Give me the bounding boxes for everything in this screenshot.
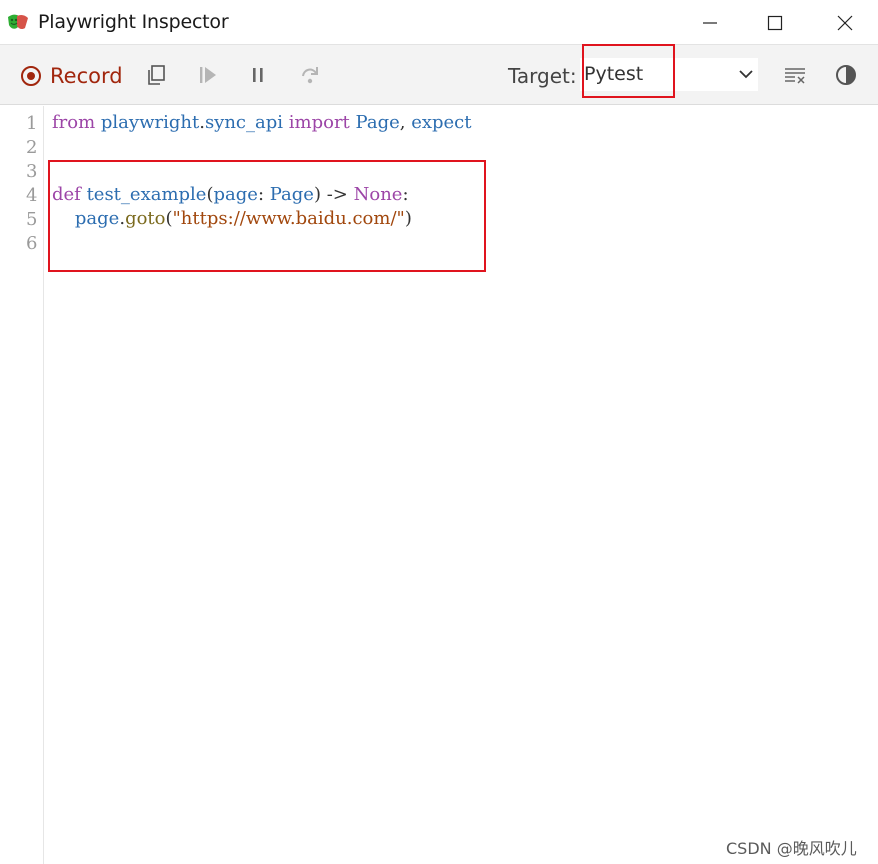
watermark: CSDN @晚风吹儿 — [726, 839, 857, 858]
code-token: page — [213, 184, 258, 205]
clear-icon — [785, 68, 805, 84]
code-token: ) — [404, 208, 412, 229]
step-over-icon — [302, 67, 318, 84]
target-value: Pytest — [584, 63, 644, 85]
code-token: playwright — [100, 112, 200, 133]
code-token: None — [353, 184, 403, 205]
copy-button[interactable] — [142, 61, 170, 89]
code-token: import — [288, 112, 350, 133]
line-number: 3 — [26, 161, 38, 182]
code-token: from — [52, 112, 101, 133]
window-title: Playwright Inspector — [38, 11, 229, 33]
step-over-button[interactable] — [296, 61, 324, 89]
record-icon — [21, 66, 41, 86]
code-token: ) — [313, 184, 327, 205]
close-button[interactable] — [815, 0, 875, 45]
code-token: sync_api — [204, 112, 284, 133]
maximize-icon — [767, 15, 783, 30]
code-line[interactable]: def test_example(page: Page) -> None: — [52, 184, 409, 208]
theme-toggle-button[interactable] — [832, 61, 860, 89]
close-icon — [837, 15, 853, 30]
code-line[interactable]: page.goto("https://www.baidu.com/") — [52, 208, 412, 232]
line-number-gutter: 1 2 3 4 5 6 — [0, 106, 44, 864]
playwright-masks-icon — [8, 14, 28, 30]
code-token: -> — [326, 184, 348, 205]
code-token: page — [74, 208, 120, 229]
clear-button[interactable] — [781, 61, 809, 89]
code-token: ( — [165, 208, 173, 229]
line-number: 1 — [26, 113, 38, 134]
maximize-button[interactable] — [745, 0, 805, 45]
chevron-down-icon — [739, 70, 753, 79]
minimize-button[interactable] — [680, 0, 740, 45]
code-token: def — [52, 184, 87, 205]
pause-icon — [253, 68, 263, 82]
title-bar: Playwright Inspector — [0, 0, 878, 45]
theme-toggle-icon — [836, 65, 856, 85]
code-line[interactable]: from playwright.sync_api import Page, ex… — [52, 112, 472, 136]
code-token: "https://www.baidu.com/" — [172, 208, 405, 229]
code-token: ( — [206, 184, 214, 205]
code-token: Page — [269, 184, 314, 205]
pause-button[interactable] — [244, 61, 272, 89]
record-label: Record — [50, 64, 123, 88]
copy-icon — [148, 65, 165, 85]
code-token: : — [257, 184, 270, 205]
target-select[interactable]: Pytest — [580, 58, 758, 91]
record-button[interactable]: Record — [20, 62, 123, 90]
code-token: goto — [125, 208, 166, 229]
resume-button[interactable] — [194, 61, 222, 89]
code-token: Page — [355, 112, 400, 133]
line-number: 4 — [26, 185, 38, 206]
line-number: 2 — [26, 137, 38, 158]
code-token: : — [402, 184, 409, 205]
line-number: 5 — [26, 209, 38, 230]
line-number: 6 — [26, 233, 38, 254]
code-token: , — [399, 112, 412, 133]
code-token: test_example — [86, 184, 207, 205]
resume-icon — [200, 67, 216, 83]
code-token: expect — [411, 112, 472, 133]
minimize-icon — [703, 21, 717, 24]
target-label: Target: — [508, 64, 577, 88]
